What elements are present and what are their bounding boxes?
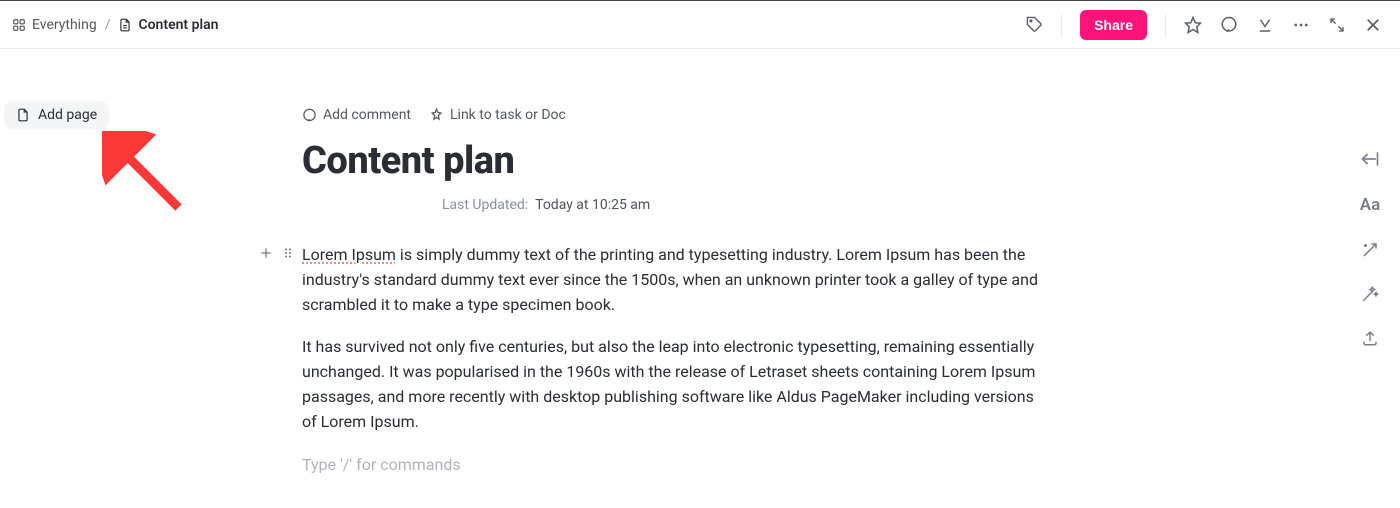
plus-icon [259, 246, 273, 260]
spell-marked-text: Lorem Ipsum [302, 245, 396, 264]
close-icon [1364, 16, 1382, 34]
breadcrumb-root-label: Everything [32, 17, 97, 33]
add-comment-button[interactable]: Add comment [302, 107, 411, 123]
separator [1061, 14, 1062, 36]
last-updated: Last Updated: Today at 10:25 am [302, 197, 1040, 213]
link-task-label: Link to task or Doc [450, 107, 566, 123]
upload-icon [1361, 329, 1379, 347]
separator [1165, 14, 1166, 36]
typography-button[interactable]: Aa [1360, 195, 1380, 215]
magic-button[interactable] [1361, 285, 1379, 303]
indent-button[interactable] [1360, 149, 1380, 169]
paragraph-text: It has survived not only five centuries,… [302, 337, 1035, 430]
close-button[interactable] [1358, 10, 1388, 40]
paragraph-text: is simply dummy text of the printing and… [302, 245, 1038, 314]
topbar-right: Share [1019, 10, 1388, 40]
export-button[interactable] [1361, 329, 1379, 347]
page-add-icon [16, 108, 30, 122]
indent-icon [1360, 149, 1380, 169]
last-updated-label: Last Updated: [442, 197, 528, 213]
last-updated-value: Today at 10:25 am [535, 197, 650, 213]
empty-block[interactable]: Type '/' for commands [302, 453, 1040, 478]
topbar: Everything / Content plan Share [0, 1, 1400, 49]
right-rail: Aa [1340, 49, 1400, 508]
favorite-button[interactable] [1178, 10, 1208, 40]
link-icon [429, 108, 444, 123]
doc-icon [118, 18, 132, 32]
add-comment-label: Add comment [323, 107, 411, 123]
ellipsis-icon [1292, 16, 1310, 34]
annotation-arrow-icon [102, 131, 192, 221]
collapse-icon [1329, 17, 1345, 33]
more-button[interactable] [1286, 10, 1316, 40]
left-sidebar: Add page [0, 49, 200, 508]
block-gutter [258, 245, 296, 261]
comment-icon [302, 108, 317, 123]
page-title[interactable]: Content plan [302, 139, 1040, 183]
breadcrumb-sep: / [105, 17, 111, 33]
doc-actions: Add comment Link to task or Doc [302, 107, 1040, 123]
paragraph-block[interactable]: It has survived not only five centuries,… [302, 335, 1040, 434]
drag-handle[interactable] [280, 245, 296, 261]
tag-icon [1026, 16, 1043, 33]
breadcrumb-root[interactable]: Everything [12, 17, 97, 33]
share-button[interactable]: Share [1080, 10, 1147, 40]
comments-button[interactable] [1214, 10, 1244, 40]
drag-icon [282, 246, 294, 260]
download-icon [1256, 16, 1274, 34]
breadcrumb: Everything / Content plan [12, 17, 218, 33]
star-icon [1184, 16, 1202, 34]
grid-icon [12, 18, 26, 32]
ai-button[interactable] [1361, 241, 1379, 259]
wand-icon [1361, 285, 1379, 303]
body: Add page Add comment Link to task or Doc… [0, 49, 1400, 508]
add-page-button[interactable]: Add page [4, 101, 109, 129]
sparkle-icon [1361, 241, 1379, 259]
breadcrumb-current[interactable]: Content plan [118, 17, 218, 33]
add-block-button[interactable] [258, 245, 274, 261]
download-button[interactable] [1250, 10, 1280, 40]
paragraph-block[interactable]: Lorem Ipsum is simply dummy text of the … [302, 243, 1040, 317]
minimize-button[interactable] [1322, 10, 1352, 40]
breadcrumb-current-label: Content plan [138, 17, 218, 33]
tag-button[interactable] [1019, 10, 1049, 40]
add-page-label: Add page [38, 107, 97, 123]
slash-placeholder: Type '/' for commands [302, 455, 461, 474]
comment-icon [1220, 16, 1238, 34]
document: Add comment Link to task or Doc Content … [200, 49, 1080, 508]
link-task-button[interactable]: Link to task or Doc [429, 107, 566, 123]
